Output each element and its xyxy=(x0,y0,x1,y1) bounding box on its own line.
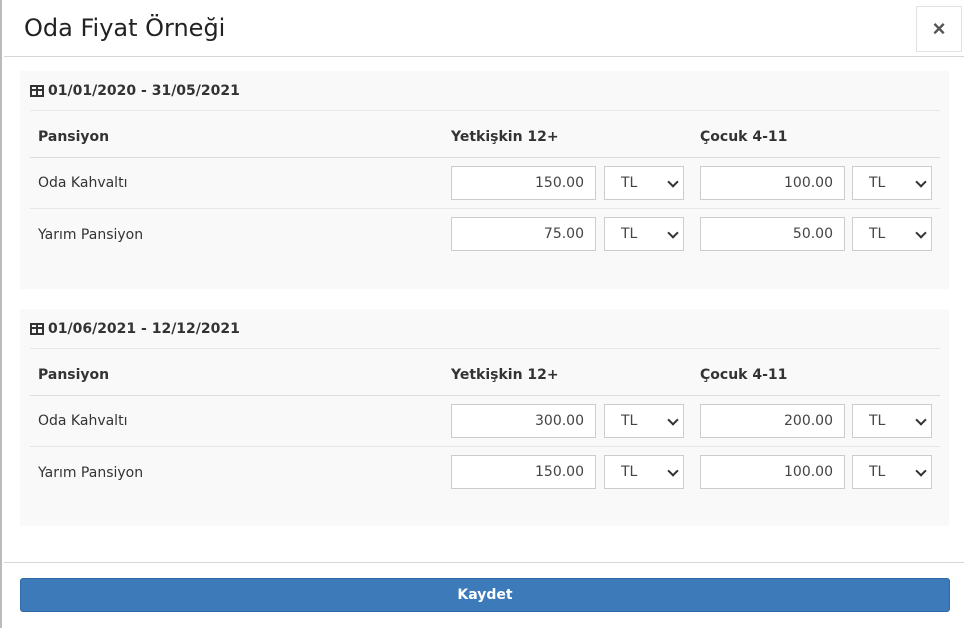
price-period: 01/01/2020 - 31/05/2021 Pansiyon Yetkişk… xyxy=(20,71,949,289)
currency-value: TL xyxy=(621,226,638,242)
child-currency-select[interactable]: TL xyxy=(852,217,932,251)
table-header-row: Pansiyon Yetkişkin 12+ Çocuk 4-11 xyxy=(30,117,940,158)
currency-value: TL xyxy=(869,464,886,480)
column-header-board: Pansiyon xyxy=(38,367,110,383)
column-header-adult: Yetkişkin 12+ xyxy=(451,367,559,383)
table-row: Oda Kahvaltı TL TL xyxy=(30,158,940,209)
column-header-child: Çocuk 4-11 xyxy=(700,367,788,383)
child-price-input[interactable] xyxy=(700,217,845,251)
save-button[interactable]: Kaydet xyxy=(20,578,950,612)
currency-value: TL xyxy=(869,413,886,429)
board-type-label: Oda Kahvaltı xyxy=(38,175,128,191)
period-range: 01/01/2020 - 31/05/2021 xyxy=(48,82,240,99)
currency-value: TL xyxy=(869,226,886,242)
close-icon: × xyxy=(932,16,946,41)
modal-header: Oda Fiyat Örneği × xyxy=(4,0,964,57)
chevron-down-icon xyxy=(667,227,679,239)
chevron-down-icon xyxy=(667,176,679,188)
price-period: 01/06/2021 - 12/12/2021 Pansiyon Yetkişk… xyxy=(20,309,949,526)
chevron-down-icon xyxy=(915,176,927,188)
child-price-input[interactable] xyxy=(700,404,845,438)
adult-currency-select[interactable]: TL xyxy=(604,404,684,438)
table-row: Yarım Pansiyon TL TL xyxy=(30,447,940,498)
chevron-down-icon xyxy=(915,227,927,239)
adult-price-input[interactable] xyxy=(451,166,596,200)
child-currency-select[interactable]: TL xyxy=(852,404,932,438)
currency-value: TL xyxy=(869,175,886,191)
chevron-down-icon xyxy=(915,414,927,426)
table-row: Oda Kahvaltı TL TL xyxy=(30,396,940,447)
child-price-input[interactable] xyxy=(700,455,845,489)
child-price-input[interactable] xyxy=(700,166,845,200)
period-header: 01/01/2020 - 31/05/2021 xyxy=(30,71,940,111)
chevron-down-icon xyxy=(667,465,679,477)
adult-currency-select[interactable]: TL xyxy=(604,217,684,251)
child-currency-select[interactable]: TL xyxy=(852,455,932,489)
modal-title: Oda Fiyat Örneği xyxy=(24,14,226,42)
column-header-adult: Yetkişkin 12+ xyxy=(451,129,559,145)
chevron-down-icon xyxy=(667,414,679,426)
modal-footer: Kaydet xyxy=(4,562,964,628)
board-type-label: Yarım Pansiyon xyxy=(38,464,144,481)
adult-price-input[interactable] xyxy=(451,217,596,251)
table-header-row: Pansiyon Yetkişkin 12+ Çocuk 4-11 xyxy=(30,355,940,396)
calendar-table-icon xyxy=(30,84,44,97)
price-table: Pansiyon Yetkişkin 12+ Çocuk 4-11 Oda Ka… xyxy=(30,117,940,260)
column-header-child: Çocuk 4-11 xyxy=(700,129,788,145)
board-type-label: Yarım Pansiyon xyxy=(38,226,144,243)
modal-dialog: Oda Fiyat Örneği × 01/01/2020 - 31/05/20… xyxy=(0,0,964,628)
period-range: 01/06/2021 - 12/12/2021 xyxy=(48,320,240,337)
column-header-board: Pansiyon xyxy=(38,129,110,145)
price-table: Pansiyon Yetkişkin 12+ Çocuk 4-11 Oda Ka… xyxy=(30,355,940,498)
calendar-table-icon xyxy=(30,322,44,335)
board-type-label: Oda Kahvaltı xyxy=(38,413,128,429)
table-row: Yarım Pansiyon TL TL xyxy=(30,209,940,260)
adult-currency-select[interactable]: TL xyxy=(604,166,684,200)
currency-value: TL xyxy=(621,413,638,429)
adult-price-input[interactable] xyxy=(451,455,596,489)
chevron-down-icon xyxy=(915,465,927,477)
currency-value: TL xyxy=(621,464,638,480)
child-currency-select[interactable]: TL xyxy=(852,166,932,200)
adult-currency-select[interactable]: TL xyxy=(604,455,684,489)
adult-price-input[interactable] xyxy=(451,404,596,438)
period-header: 01/06/2021 - 12/12/2021 xyxy=(30,309,940,349)
close-button[interactable]: × xyxy=(916,6,962,52)
currency-value: TL xyxy=(621,175,638,191)
